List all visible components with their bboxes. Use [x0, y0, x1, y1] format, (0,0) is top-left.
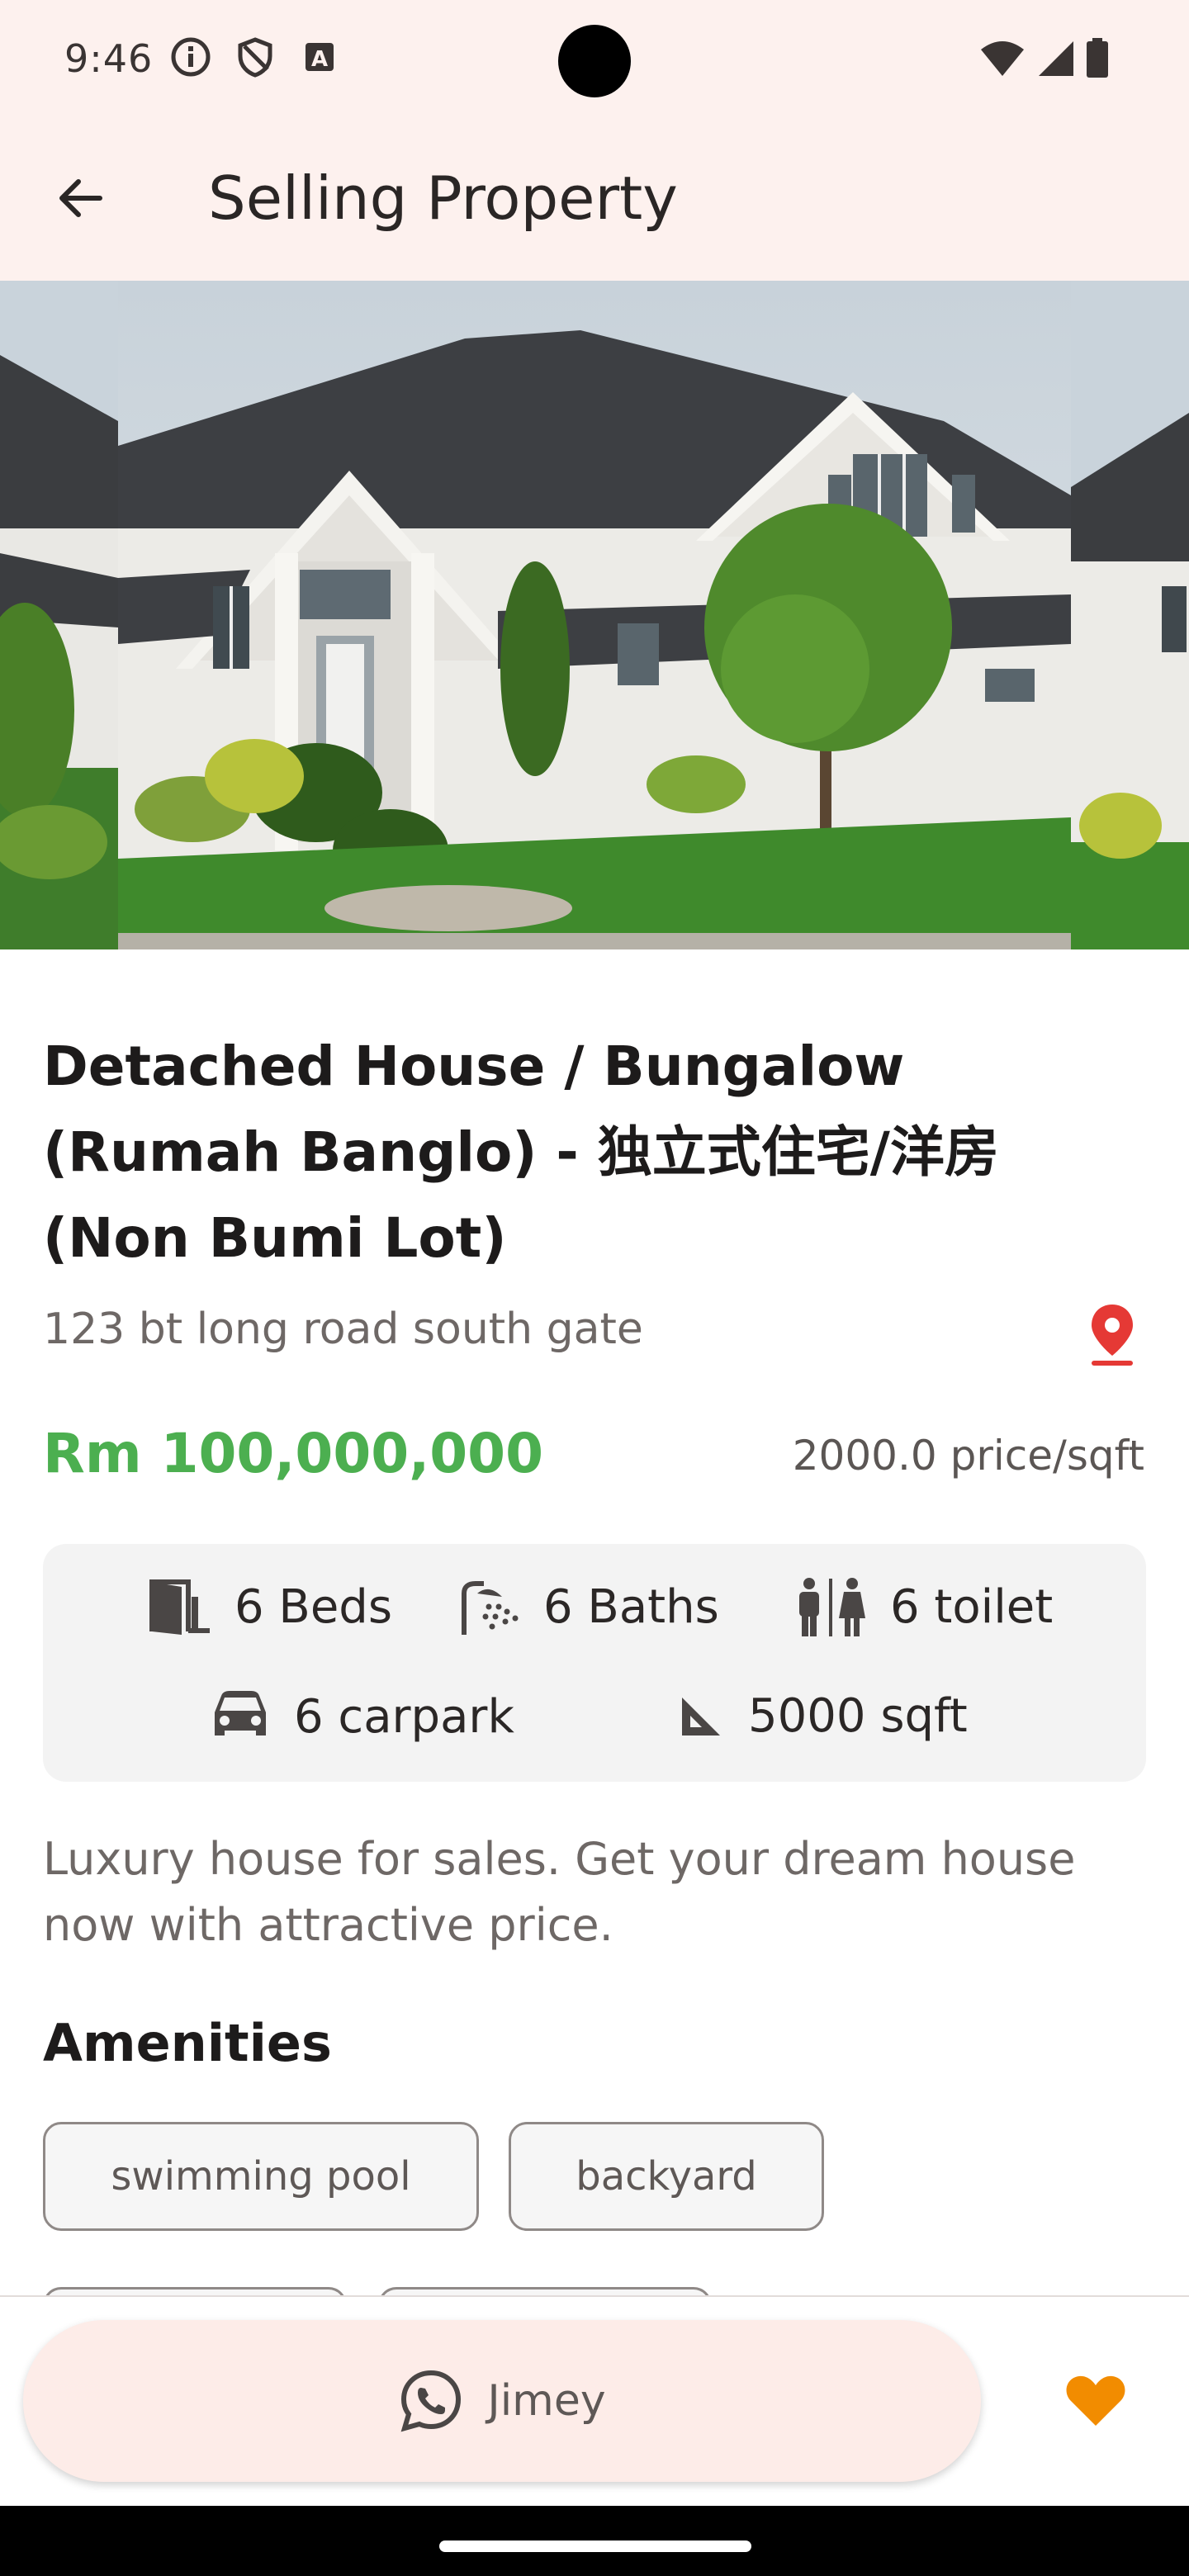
home-indicator[interactable] [439, 2540, 751, 2552]
carousel-image-main[interactable] [118, 281, 1071, 949]
shower-icon [462, 1581, 519, 1635]
spec-carpark-label: 6 carpark [294, 1689, 514, 1744]
info-icon [171, 37, 211, 77]
spec-baths: 6 Baths [456, 1577, 719, 1636]
arrow-left-icon [59, 179, 102, 217]
contact-name: Jimey [487, 2376, 606, 2426]
front-camera [558, 25, 631, 97]
whatsapp-contact-button[interactable]: Jimey [23, 2320, 981, 2482]
spec-toilet: 6 toilet [794, 1577, 1053, 1636]
spec-baths-label: 6 Baths [543, 1579, 719, 1634]
app-bar: Selling Property [0, 116, 1189, 281]
amenities-heading: Amenities [43, 2013, 332, 2073]
wifi-icon [981, 41, 1024, 76]
property-description: Luxury house for sales. Get your dream h… [43, 1833, 1076, 1951]
whatsapp-icon [400, 2370, 462, 2432]
property-specs: 6 Beds 6 Baths 6 toilet 6 carpark 5000 s… [43, 1544, 1146, 1782]
property-price: Rm 100,000,000 [43, 1422, 544, 1485]
svg-text:A: A [311, 47, 328, 72]
bottom-action-bar: Jimey [0, 2295, 1189, 2506]
amenity-chip[interactable]: swimming pool [43, 2122, 479, 2231]
car-icon [215, 1691, 266, 1735]
carousel-image-prev[interactable] [0, 281, 118, 949]
price-per-sqft: 2000.0 price/sqft [792, 1432, 1144, 1480]
property-title: Detached House / Bungalow (Rumah Banglo)… [43, 1035, 999, 1270]
spec-beds: 6 Beds [145, 1577, 392, 1636]
back-button[interactable] [43, 161, 117, 235]
set-square-icon [682, 1697, 720, 1735]
door-icon [149, 1579, 210, 1635]
battery-icon [1087, 38, 1108, 78]
shield-icon [238, 37, 272, 78]
favorite-button[interactable] [1059, 2363, 1133, 2437]
signal-icon [1039, 41, 1073, 76]
image-carousel[interactable] [0, 281, 1189, 949]
amenity-chip[interactable]: backyard [509, 2122, 824, 2231]
location-pin-icon[interactable] [1083, 1301, 1141, 1367]
spec-area-label: 5000 sqft [748, 1689, 968, 1743]
property-address: 123 bt long road south gate [43, 1305, 643, 1354]
spec-area: 5000 sqft [677, 1689, 968, 1743]
heart-icon [1066, 2375, 1125, 2426]
status-time: 9:46 [64, 36, 154, 81]
spec-beds-label: 6 Beds [234, 1579, 393, 1634]
spec-toilet-label: 6 toilet [890, 1579, 1054, 1634]
carousel-image-next[interactable] [1071, 281, 1189, 949]
spec-carpark: 6 carpark [210, 1689, 514, 1744]
text-a-icon: A [306, 43, 334, 72]
restroom-icon [799, 1578, 865, 1636]
page-title: Selling Property [208, 163, 678, 233]
status-bar: 9:46 A [0, 0, 1189, 116]
